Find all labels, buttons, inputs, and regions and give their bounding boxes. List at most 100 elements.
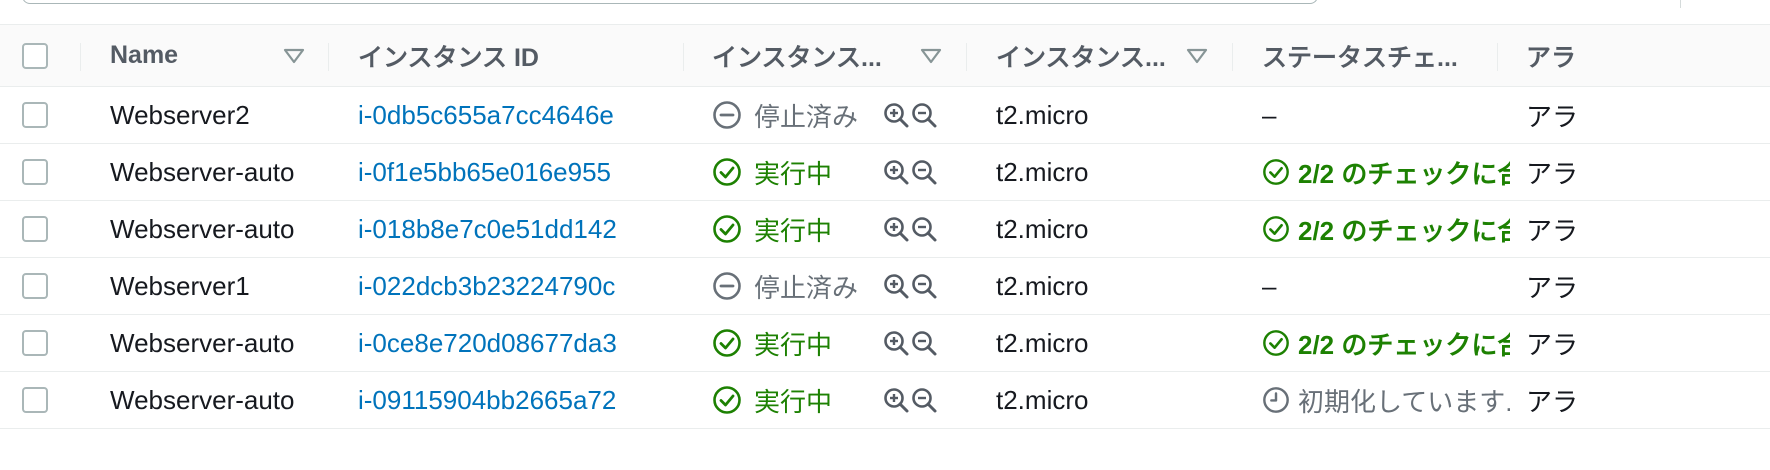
row-select-cell [22, 144, 48, 200]
column-header-name[interactable]: Name [110, 25, 280, 86]
zoom-in-icon[interactable] [882, 158, 910, 186]
instance-type: t2.micro [996, 384, 1089, 415]
table-row[interactable]: Webserver-auto i-018b8e7c0e51dd142 実行中 t… [0, 201, 1770, 258]
zoom-in-icon[interactable] [882, 101, 910, 129]
table-row[interactable]: Webserver1 i-022dcb3b23224790c 停止済み t2.m… [0, 258, 1770, 315]
alarm-status: アラ [1526, 101, 1579, 132]
instance-name: Webserver-auto [110, 156, 295, 187]
instance-state-cell: 実行中 [712, 144, 877, 200]
status-check: – [1262, 271, 1276, 302]
instance-name: Webserver1 [110, 270, 250, 301]
instance-id-link[interactable]: i-018b8e7c0e51dd142 [358, 214, 617, 245]
alarm-status: アラ [1526, 386, 1579, 417]
alarm-status: アラ [1526, 329, 1579, 360]
row-select-cell [22, 372, 48, 428]
table-header: Name インスタンス ID インスタンス... インスタンス... ステータス… [0, 24, 1770, 87]
instance-state-cell: 停止済み [712, 258, 877, 314]
sort-down-icon[interactable] [1186, 25, 1208, 86]
zoom-in-icon[interactable] [882, 272, 910, 300]
instance-state: 実行中 [712, 325, 832, 362]
table-row[interactable]: Webserver-auto i-0f1e5bb65e016e955 実行中 t… [0, 144, 1770, 201]
instance-id-cell: i-0f1e5bb65e016e955 [358, 144, 678, 200]
column-separator [966, 43, 967, 71]
zoom-out-icon[interactable] [910, 158, 938, 186]
top-toolbar [0, 0, 1770, 24]
status-check-label: – [1262, 270, 1277, 301]
column-header-instance-state[interactable]: インスタンス... [712, 25, 907, 86]
zoom-out-icon[interactable] [910, 272, 938, 300]
select-all-checkbox[interactable] [22, 42, 48, 69]
instance-id-cell: i-0db5c655a7cc4646e [358, 87, 678, 143]
zoom-in-icon[interactable] [882, 386, 910, 414]
status-check-icon [1263, 216, 1289, 242]
alarm-status: アラ [1526, 272, 1579, 303]
state-zoom-controls [882, 87, 942, 143]
column-header-alarm[interactable]: アラ [1526, 25, 1770, 86]
column-header-label: Name [110, 41, 179, 69]
zoom-in-icon[interactable] [882, 329, 910, 357]
instance-id-cell: i-022dcb3b23224790c [358, 258, 678, 314]
column-separator [1232, 43, 1233, 71]
instance-type: t2.micro [996, 99, 1089, 130]
status-check: 2/2 のチェックに合 [1262, 154, 1510, 191]
table-row[interactable]: Webserver-auto i-09115904bb2665a72 実行中 t… [0, 372, 1770, 429]
instance-state-cell: 停止済み [712, 87, 877, 143]
search-input[interactable] [22, 0, 1318, 4]
instance-id-cell: i-018b8e7c0e51dd142 [358, 201, 678, 257]
status-check-cell: 2/2 のチェックに合 [1262, 315, 1510, 371]
column-header-label: インスタンス... [712, 43, 882, 72]
instance-name: Webserver2 [110, 99, 250, 130]
instance-state-label: 実行中 [754, 215, 833, 246]
column-header-instance-type[interactable]: インスタンス... [996, 25, 1176, 86]
running-check-icon [713, 158, 741, 186]
column-header-status-check[interactable]: ステータスチェ... [1262, 25, 1472, 86]
column-separator [1497, 43, 1498, 71]
sort-down-icon[interactable] [920, 25, 942, 86]
instance-type: t2.micro [996, 327, 1089, 358]
state-zoom-controls [882, 372, 942, 428]
column-header-instance-id[interactable]: インスタンス ID [358, 25, 658, 86]
table-row[interactable]: Webserver-auto i-0ce8e720d08677da3 実行中 t… [0, 315, 1770, 372]
stopped-icon [713, 101, 741, 129]
status-check: 2/2 のチェックに合 [1262, 325, 1510, 362]
row-checkbox[interactable] [22, 102, 48, 128]
row-checkbox[interactable] [22, 330, 48, 356]
instance-state: 実行中 [712, 382, 832, 419]
sort-down-icon[interactable] [283, 25, 305, 86]
column-separator [80, 43, 81, 71]
instance-id-link[interactable]: i-0db5c655a7cc4646e [358, 100, 614, 131]
running-check-icon [713, 329, 741, 357]
status-check-label: – [1262, 99, 1277, 130]
toolbar-divider [1680, 0, 1681, 8]
status-check-cell: – [1262, 258, 1510, 314]
instance-id-link[interactable]: i-0ce8e720d08677da3 [358, 328, 617, 359]
instance-id-link[interactable]: i-0f1e5bb65e016e955 [358, 157, 611, 188]
alarm-status: アラ [1526, 158, 1579, 189]
instance-id-link[interactable]: i-09115904bb2665a72 [358, 385, 616, 416]
state-zoom-controls [882, 144, 942, 200]
instance-id-cell: i-09115904bb2665a72 [358, 372, 678, 428]
status-check-icon [1263, 159, 1289, 185]
row-select-cell [22, 258, 48, 314]
instance-state-label: 停止済み [754, 272, 859, 303]
instance-state-cell: 実行中 [712, 201, 877, 257]
zoom-in-icon[interactable] [882, 215, 910, 243]
zoom-out-icon[interactable] [910, 386, 938, 414]
row-checkbox[interactable] [22, 273, 48, 299]
table-row[interactable]: Webserver2 i-0db5c655a7cc4646e 停止済み t2.m… [0, 87, 1770, 144]
instance-state-label: 実行中 [754, 386, 833, 417]
column-separator [328, 43, 329, 71]
zoom-out-icon[interactable] [910, 215, 938, 243]
zoom-out-icon[interactable] [910, 101, 938, 129]
row-checkbox[interactable] [22, 159, 48, 185]
row-checkbox[interactable] [22, 387, 48, 413]
stopped-icon [713, 272, 741, 300]
zoom-out-icon[interactable] [910, 329, 938, 357]
running-check-icon [713, 386, 741, 414]
instance-state: 実行中 [712, 211, 832, 248]
instance-id-link[interactable]: i-022dcb3b23224790c [358, 271, 615, 302]
instance-type: t2.micro [996, 156, 1089, 187]
status-check-cell: 2/2 のチェックに合 [1262, 144, 1510, 200]
column-separator [683, 43, 684, 71]
row-checkbox[interactable] [22, 216, 48, 242]
